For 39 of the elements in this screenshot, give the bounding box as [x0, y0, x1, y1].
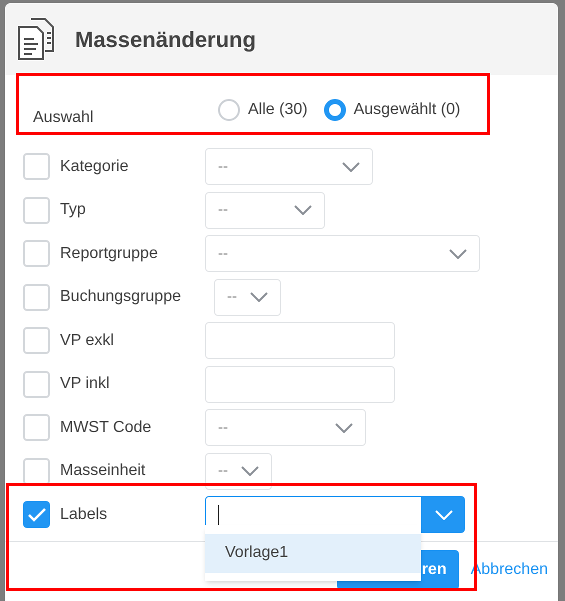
field-label: Buchungsgruppe	[60, 287, 182, 308]
field-label: VP inkl	[60, 374, 111, 394]
checkbox[interactable]	[23, 196, 50, 224]
select-field[interactable]: --	[205, 192, 325, 229]
checkbox[interactable]	[23, 414, 50, 442]
check-icon	[28, 508, 46, 522]
chevron-down-icon	[449, 248, 467, 259]
select-field[interactable]: --	[214, 278, 281, 316]
chevron-down-icon	[241, 466, 259, 476]
checkbox[interactable]	[23, 501, 50, 528]
field-label: VP exkl	[60, 330, 115, 351]
select-field[interactable]: --	[205, 235, 480, 272]
field-label: Typ	[60, 200, 87, 220]
field-label: Auswahl	[33, 108, 94, 128]
radio-option[interactable]: Ausgewählt (0)	[324, 98, 460, 122]
field-label: Labels	[60, 504, 108, 525]
dropdown-option[interactable]: Vorlage1	[205, 534, 421, 572]
chevron-down-icon	[335, 422, 353, 433]
field-label: MWST Code	[60, 418, 152, 438]
checkbox[interactable]	[23, 458, 50, 485]
chevron-down-icon	[434, 510, 452, 520]
chevron-down-icon	[294, 205, 312, 216]
dropdown-button[interactable]	[422, 496, 465, 534]
select-field[interactable]: --	[205, 409, 366, 446]
radio-option[interactable]: Alle (30)	[218, 98, 308, 122]
chevron-down-icon	[342, 162, 360, 172]
documents-icon	[17, 17, 55, 61]
checkbox[interactable]	[23, 370, 50, 398]
checkbox[interactable]	[23, 327, 50, 354]
field-label: Masseinheit	[60, 461, 146, 482]
checkbox[interactable]	[23, 240, 50, 268]
field-label: Kategorie	[60, 156, 130, 177]
chevron-down-icon	[250, 292, 268, 302]
checkbox[interactable]	[23, 153, 50, 180]
select-field[interactable]: --	[205, 452, 272, 490]
checkbox[interactable]	[23, 284, 50, 311]
field-label: Reportgruppe	[60, 244, 159, 264]
dialog-title: Massenänderung	[75, 26, 256, 54]
select-field[interactable]: --	[205, 148, 373, 186]
